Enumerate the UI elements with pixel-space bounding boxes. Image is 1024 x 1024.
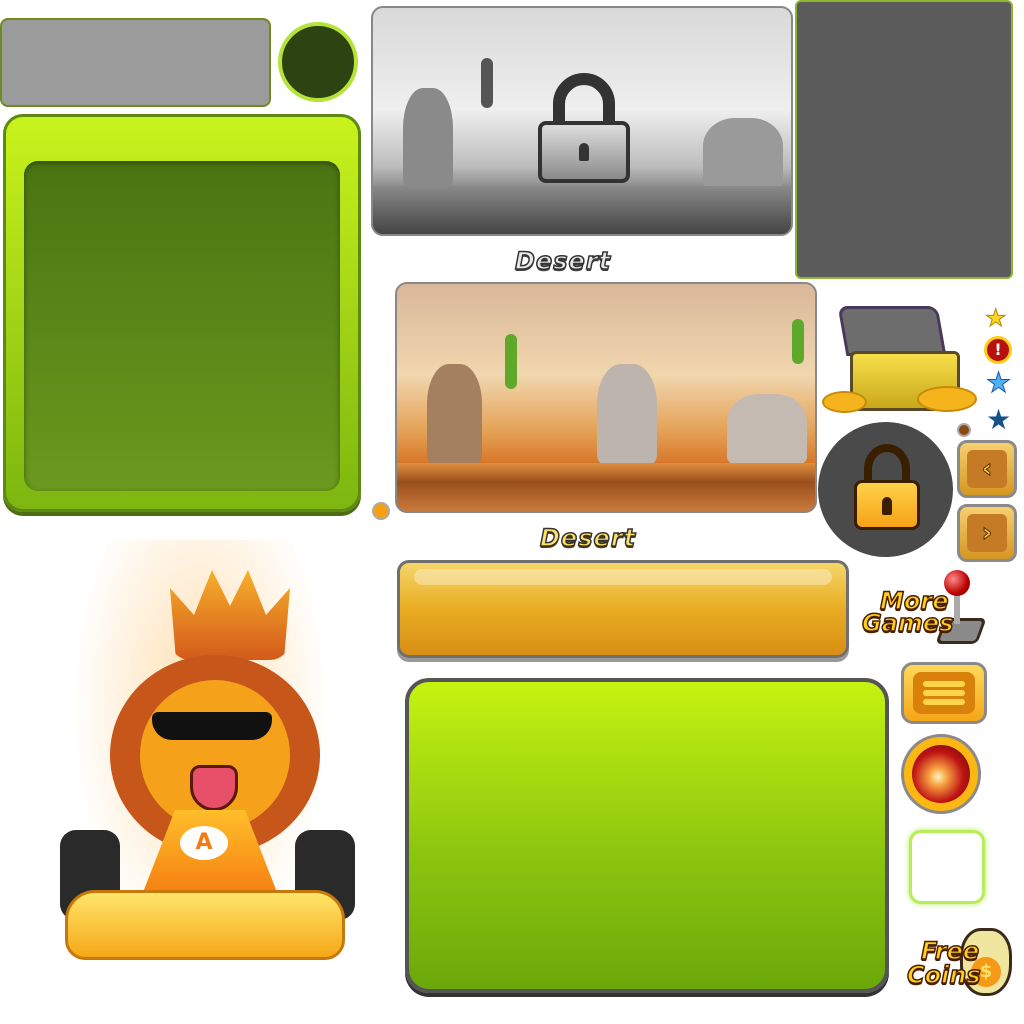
gold-lock-icon — [854, 444, 920, 530]
cactus — [505, 334, 517, 389]
level-thumbnail-locked[interactable] — [371, 6, 793, 236]
cactus — [792, 319, 804, 364]
kart-bumper — [65, 890, 345, 960]
star-dark-blue-icon: ★ — [986, 403, 1012, 436]
grey-panel-sprite — [795, 0, 1013, 279]
dark-circle-sprite — [278, 22, 358, 102]
rock-tower — [403, 88, 453, 188]
star-light-blue-icon: ★ — [985, 366, 1012, 399]
rock-arch — [727, 394, 807, 464]
treasure-chest-icon — [822, 306, 980, 416]
list-icon — [913, 672, 975, 714]
prev-button[interactable]: ‹ — [957, 440, 1017, 498]
chevron-left-icon: ‹ — [967, 450, 1007, 488]
ground — [397, 463, 815, 511]
green-panel-inner — [24, 161, 340, 491]
free-coins-button[interactable]: $ Free Coins — [905, 918, 1015, 1000]
locked-level-badge — [818, 422, 953, 557]
menu-list-button[interactable] — [901, 662, 987, 724]
grey-bar-sprite — [0, 18, 271, 107]
fireball-icon — [912, 745, 970, 803]
orange-dot-sprite — [372, 502, 390, 520]
cactus — [481, 58, 493, 108]
orange-bar-sprite — [397, 560, 849, 658]
rock-pillar — [597, 364, 657, 464]
more-games-label-2: Games — [861, 609, 954, 637]
chevron-right-icon: › — [967, 514, 1007, 552]
level-thumbnail-desert[interactable] — [395, 282, 817, 513]
alert-icon: ! — [984, 336, 1012, 364]
rock-tower — [427, 364, 482, 464]
next-button[interactable]: › — [957, 504, 1017, 562]
more-games-button[interactable]: More Games — [858, 568, 987, 653]
free-coins-label-2: Coins — [906, 961, 981, 989]
kart-logo: A — [180, 826, 228, 860]
ground — [373, 186, 791, 234]
level-title-desert: Desert — [539, 523, 637, 553]
lion-mouth — [190, 765, 238, 811]
fireball-button[interactable] — [901, 734, 981, 814]
brown-dot-sprite — [957, 423, 971, 437]
level-title-locked: Desert — [514, 246, 612, 276]
free-coins-label-1: Free — [920, 937, 980, 965]
rock-arch — [703, 118, 783, 188]
star-gold-icon: ★ — [985, 304, 1007, 332]
green-panel-frame — [3, 114, 361, 512]
big-green-panel — [405, 678, 889, 993]
lock-icon — [538, 73, 630, 183]
lion-mascot-kart: A — [10, 520, 390, 1010]
sunglasses-icon — [152, 712, 272, 740]
white-slot-sprite — [909, 830, 985, 904]
